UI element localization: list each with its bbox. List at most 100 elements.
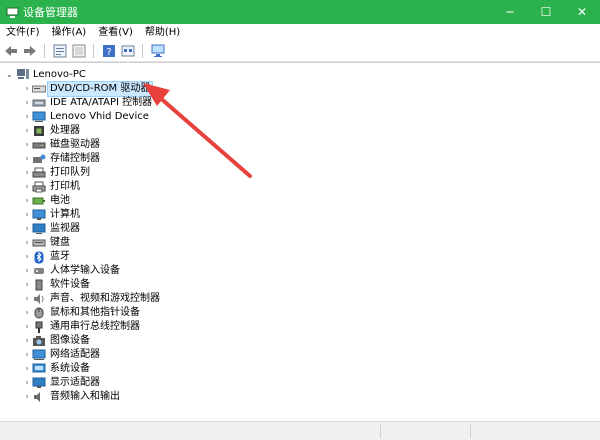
expand-chevron-icon[interactable]: ›	[22, 126, 32, 136]
update-driver-icon[interactable]	[120, 43, 136, 59]
network-adapter-icon	[32, 349, 46, 361]
tree-item-bluetooth[interactable]: › 蓝牙	[22, 250, 72, 264]
close-button[interactable]: ✕	[564, 0, 600, 24]
bluetooth-icon	[32, 251, 46, 263]
expand-chevron-icon[interactable]: ›	[22, 84, 32, 94]
tree-item-ide-controller[interactable]: › IDE ATA/ATAPI 控制器	[22, 96, 154, 110]
tree-item-keyboard[interactable]: › 键盘	[22, 236, 72, 250]
tree-item-mouse[interactable]: › 鼠标和其他指针设备	[22, 306, 142, 320]
menu-bar: 文件(F) 操作(A) 查看(V) 帮助(H)	[0, 24, 600, 41]
expand-chevron-icon[interactable]: ›	[22, 350, 32, 360]
mouse-icon	[32, 307, 46, 319]
expand-chevron-icon[interactable]: ›	[22, 308, 32, 318]
toolbar: ?	[0, 41, 600, 62]
tree-item-storage-controller[interactable]: › 存储控制器	[22, 152, 102, 166]
expand-chevron-icon[interactable]: ›	[22, 238, 32, 248]
expand-chevron-icon[interactable]: ›	[22, 252, 32, 262]
properties-icon[interactable]	[52, 43, 68, 59]
tree-item-sound[interactable]: › 声音、视频和游戏控制器	[22, 292, 162, 306]
tree-item-label: DVD/CD-ROM 驱动器	[46, 81, 154, 97]
tree-root[interactable]: ⌄ Lenovo-PC	[6, 67, 86, 81]
sound-icon	[32, 293, 46, 305]
expand-chevron-icon[interactable]: ›	[22, 168, 32, 178]
menu-view[interactable]: 查看(V)	[92, 24, 139, 41]
tree-item-dvd-cdrom[interactable]: › DVD/CD-ROM 驱动器	[22, 81, 154, 97]
tree-item-processor[interactable]: › 处理器	[22, 124, 82, 138]
expand-chevron-icon[interactable]: ›	[22, 322, 32, 332]
tree-root-label: Lenovo-PC	[33, 68, 86, 80]
expand-chevron-icon[interactable]: ›	[22, 98, 32, 108]
expand-chevron-icon[interactable]: ›	[22, 294, 32, 304]
menu-help[interactable]: 帮助(H)	[139, 24, 186, 41]
storage-controller-icon	[32, 153, 46, 165]
monitor-icon	[32, 223, 46, 235]
computer-root-icon	[16, 68, 30, 80]
tree-item-computer[interactable]: › 计算机	[22, 208, 82, 222]
battery-icon	[32, 195, 46, 207]
tree-item-monitor[interactable]: › 监视器	[22, 222, 82, 236]
tree-item-hid[interactable]: › 人体学输入设备	[22, 264, 122, 278]
expand-chevron-icon[interactable]: ›	[22, 196, 32, 206]
tree-item-label: 电池	[50, 195, 70, 206]
tree-item-disk-drive[interactable]: › 磁盘驱动器	[22, 138, 102, 152]
title-bar: 设备管理器 ─ ☐ ✕	[0, 0, 600, 24]
expand-chevron-icon[interactable]: ›	[22, 266, 32, 276]
vhid-device-icon	[32, 111, 46, 123]
menu-action[interactable]: 操作(A)	[46, 24, 93, 41]
tree-item-label: 磁盘驱动器	[50, 139, 100, 150]
tree-item-audio-io[interactable]: › 音频输入和输出	[22, 390, 122, 404]
tree-item-usb[interactable]: › 通用串行总线控制器	[22, 320, 142, 334]
tree-item-label: 音频输入和输出	[50, 391, 120, 402]
expand-chevron-icon[interactable]: ›	[22, 210, 32, 220]
minimize-button[interactable]: ─	[492, 0, 528, 24]
tree-item-battery[interactable]: › 电池	[22, 194, 72, 208]
scan-hardware-icon[interactable]	[150, 43, 166, 59]
menu-file[interactable]: 文件(F)	[0, 24, 46, 41]
expand-chevron-icon[interactable]: ›	[22, 392, 32, 402]
back-icon[interactable]	[3, 43, 19, 59]
tree-item-display-adapter[interactable]: › 显示适配器	[22, 376, 102, 390]
expand-chevron-icon[interactable]: ›	[22, 112, 32, 122]
expand-chevron-icon[interactable]: ›	[22, 378, 32, 388]
computer-icon	[32, 209, 46, 221]
tree-item-label: 存储控制器	[50, 153, 100, 164]
show-hidden-icon[interactable]	[71, 43, 87, 59]
tree-item-label: 系统设备	[50, 363, 90, 374]
processor-icon	[32, 125, 46, 137]
expand-chevron-icon[interactable]: ›	[22, 224, 32, 234]
tree-item-label: 图像设备	[50, 335, 90, 346]
tree-item-label: 鼠标和其他指针设备	[50, 307, 140, 318]
tree-item-label: 显示适配器	[50, 377, 100, 388]
expand-chevron-icon[interactable]: ›	[22, 280, 32, 290]
tree-item-label: 计算机	[50, 209, 80, 220]
expand-chevron-icon[interactable]: ›	[22, 336, 32, 346]
tree-item-label: 软件设备	[50, 279, 90, 290]
expand-chevron-icon[interactable]: ›	[22, 140, 32, 150]
tree-item-label: 处理器	[50, 125, 80, 136]
expand-chevron-icon[interactable]: ›	[22, 364, 32, 374]
window-title: 设备管理器	[23, 6, 78, 19]
keyboard-icon	[32, 237, 46, 249]
expand-chevron-icon[interactable]: ›	[22, 154, 32, 164]
tree-item-imaging[interactable]: › 图像设备	[22, 334, 92, 348]
tree-item-label: 蓝牙	[50, 251, 70, 262]
tree-item-label: 网络适配器	[50, 349, 100, 360]
tree-item-lenovo-vhid[interactable]: › Lenovo Vhid Device	[22, 110, 151, 124]
status-divider	[380, 424, 381, 438]
forward-icon[interactable]	[22, 43, 38, 59]
tree-item-label: Lenovo Vhid Device	[50, 111, 149, 122]
tree-item-printer[interactable]: › 打印机	[22, 180, 82, 194]
audio-io-icon	[32, 391, 46, 403]
maximize-button[interactable]: ☐	[528, 0, 564, 24]
help-icon[interactable]: ?	[101, 43, 117, 59]
tree-item-label: 键盘	[50, 237, 70, 248]
collapse-chevron-icon[interactable]: ⌄	[6, 70, 16, 79]
tree-item-print-queue[interactable]: › 打印队列	[22, 166, 92, 180]
print-queue-icon	[32, 167, 46, 179]
toolbar-separator	[142, 44, 143, 58]
expand-chevron-icon[interactable]: ›	[22, 182, 32, 192]
tree-item-software-device[interactable]: › 软件设备	[22, 278, 92, 292]
tree-item-system-device[interactable]: › 系统设备	[22, 362, 92, 376]
device-manager-app-icon	[5, 5, 19, 19]
tree-item-network-adapter[interactable]: › 网络适配器	[22, 348, 102, 362]
